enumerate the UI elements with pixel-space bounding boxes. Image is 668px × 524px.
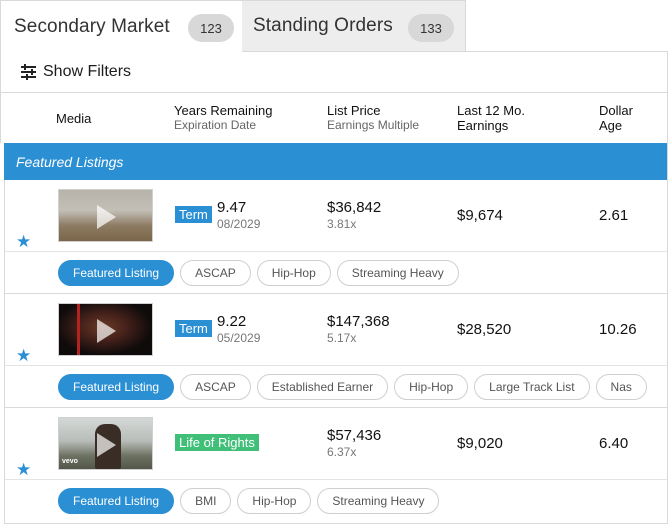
dollar-age: 10.26 xyxy=(599,321,637,338)
last-12-months-earnings: $9,020 xyxy=(457,435,503,452)
tag-chip[interactable]: Nas xyxy=(595,374,647,400)
tag-list: Featured Listing BMI Hip-Hop Streaming H… xyxy=(58,488,445,514)
tag-chip[interactable]: Streaming Heavy xyxy=(317,488,440,514)
years-remaining: 9.22 xyxy=(217,313,247,330)
tag-chip[interactable]: Hip-Hop xyxy=(394,374,469,400)
earnings-multiple: 6.37x xyxy=(327,445,357,459)
show-filters-button[interactable]: Show Filters xyxy=(0,52,668,93)
column-header-list-price[interactable]: List Price Earnings Multiple xyxy=(327,103,419,133)
thumbnail-stripe xyxy=(77,304,80,355)
tag-chip[interactable]: ASCAP xyxy=(180,374,251,400)
count-badge: 133 xyxy=(408,14,454,42)
featured-star-icon[interactable]: ★ xyxy=(16,233,31,250)
media-thumbnail[interactable] xyxy=(58,303,153,356)
table-header: Media Years Remaining Expiration Date Li… xyxy=(0,93,668,143)
header-sublabel: Expiration Date xyxy=(174,118,257,132)
list-price: $57,436 xyxy=(327,427,382,444)
list-price: $36,842 xyxy=(327,199,382,216)
tag-chip[interactable]: Established Earner xyxy=(256,374,389,400)
header-label: Media xyxy=(56,111,92,126)
dollar-age: 6.40 xyxy=(599,435,629,452)
count-badge: 123 xyxy=(188,14,234,42)
tab-label: Secondary Market xyxy=(14,15,170,37)
listing-row[interactable]: ★ Term 9.22 05/2029 $147,368 5.17x $28,5… xyxy=(4,294,668,408)
play-icon xyxy=(97,319,116,343)
last-12-months-earnings: $28,520 xyxy=(457,321,512,338)
listing-row[interactable]: ★ Term 9.47 08/2029 $36,842 3.81x $9,674… xyxy=(4,180,668,294)
tag-featured-listing[interactable]: Featured Listing xyxy=(58,488,175,514)
header-label: List Price xyxy=(327,103,381,118)
earnings-multiple: 5.17x xyxy=(327,331,357,345)
header-label: Last 12 Mo. xyxy=(457,103,525,118)
tab-label: Standing Orders xyxy=(253,15,393,36)
dollar-age: 2.61 xyxy=(599,207,629,224)
column-header-earnings[interactable]: Last 12 Mo. Earnings xyxy=(457,103,525,133)
column-header-years-remaining[interactable]: Years Remaining Expiration Date xyxy=(174,103,273,133)
featured-listings-banner: Featured Listings xyxy=(4,143,668,180)
term-badge: Term xyxy=(175,206,212,223)
tag-list: Featured Listing ASCAP Hip-Hop Streaming… xyxy=(58,260,465,286)
life-of-rights-badge: Life of Rights xyxy=(175,434,259,451)
tag-chip[interactable]: Streaming Heavy xyxy=(336,260,459,286)
play-icon xyxy=(97,205,116,229)
vevo-watermark: vevo xyxy=(62,458,78,465)
tag-chip[interactable]: Large Track List xyxy=(474,374,590,400)
listing-summary[interactable]: ★ Term 9.22 05/2029 $147,368 5.17x $28,5… xyxy=(5,294,668,366)
expiration-date: 05/2029 xyxy=(217,331,261,345)
tag-chip[interactable]: BMI xyxy=(180,488,232,514)
header-label: Dollar xyxy=(599,103,633,118)
expiration-date: 08/2029 xyxy=(217,217,261,231)
tag-featured-listing[interactable]: Featured Listing xyxy=(58,374,175,400)
list-price: $147,368 xyxy=(327,313,390,330)
column-header-dollar-age[interactable]: Dollar Age xyxy=(599,103,633,133)
play-icon xyxy=(97,433,116,457)
listing-summary[interactable]: ★ vevo Life of Rights $57,436 6.37x $9,0… xyxy=(5,408,668,480)
market-tabs: Secondary Market 123 Standing Orders 133 xyxy=(0,0,668,52)
earnings-multiple: 3.81x xyxy=(327,217,357,231)
header-label: Earnings xyxy=(457,118,509,133)
tab-standing-orders[interactable]: Standing Orders 133 xyxy=(242,0,466,52)
show-filters-label: Show Filters xyxy=(43,63,132,80)
tag-list: Featured Listing ASCAP Established Earne… xyxy=(58,374,653,400)
featured-listings-title: Featured Listings xyxy=(16,153,124,170)
media-thumbnail[interactable]: vevo xyxy=(58,417,153,470)
listing-summary[interactable]: ★ Term 9.47 08/2029 $36,842 3.81x $9,674… xyxy=(5,180,668,252)
tag-chip[interactable]: Hip-Hop xyxy=(237,488,312,514)
header-sublabel: Earnings Multiple xyxy=(327,118,420,132)
tag-chip[interactable]: Hip-Hop xyxy=(256,260,331,286)
header-label: Years Remaining xyxy=(174,103,273,118)
tab-bar-spacer xyxy=(466,0,668,52)
sliders-icon xyxy=(21,64,36,80)
term-badge: Term xyxy=(175,320,212,337)
tag-featured-listing[interactable]: Featured Listing xyxy=(58,260,175,286)
featured-star-icon[interactable]: ★ xyxy=(16,461,31,478)
media-thumbnail[interactable] xyxy=(58,189,153,242)
header-label: Age xyxy=(599,118,623,133)
column-header-media[interactable]: Media xyxy=(56,111,91,126)
featured-star-icon[interactable]: ★ xyxy=(16,347,31,364)
listing-row[interactable]: ★ vevo Life of Rights $57,436 6.37x $9,0… xyxy=(4,408,668,524)
years-remaining: 9.47 xyxy=(217,199,247,216)
tag-chip[interactable]: ASCAP xyxy=(180,260,251,286)
tab-secondary-market[interactable]: Secondary Market 123 xyxy=(0,0,242,52)
last-12-months-earnings: $9,674 xyxy=(457,207,503,224)
